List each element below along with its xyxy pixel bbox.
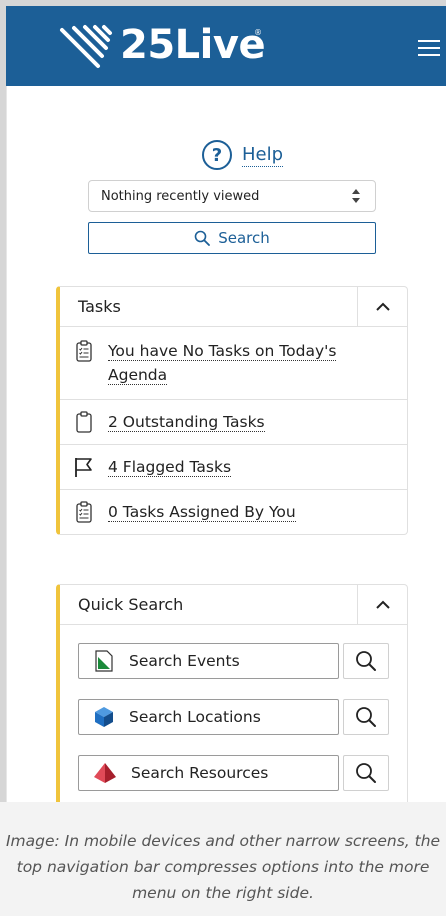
left-edge-divider <box>6 86 7 802</box>
search-locations-button[interactable]: Search Locations <box>78 699 339 735</box>
search-button-label: Search <box>218 229 270 247</box>
events-icon <box>95 650 113 672</box>
task-item-outstanding[interactable]: 2 Outstanding Tasks <box>60 400 407 445</box>
search-events-label: Search Events <box>129 652 240 670</box>
tasks-card-title: Tasks <box>78 297 121 316</box>
tasks-card-header: Tasks <box>60 287 407 327</box>
clipboard-icon <box>76 411 92 433</box>
search-locations-label: Search Locations <box>129 708 261 726</box>
resources-pyramid-icon <box>94 763 116 783</box>
more-menu-hamburger-icon[interactable] <box>418 40 440 58</box>
magnifier-icon <box>356 651 376 671</box>
quick-search-row-locations: Search Locations <box>78 699 389 735</box>
app-logo[interactable]: 25Live ® <box>58 20 288 74</box>
locations-cube-icon <box>95 707 113 727</box>
checklist-clipboard-icon <box>76 340 92 362</box>
magnifier-icon <box>356 707 376 727</box>
help-link[interactable]: Help <box>242 144 284 167</box>
quick-search-row-resources: Search Resources <box>78 755 389 791</box>
mobile-viewport: 25Live ® ? Help Nothing recently viewed <box>0 0 446 802</box>
image-caption: Image: In mobile devices and other narro… <box>0 802 446 916</box>
task-item-label[interactable]: 0 Tasks Assigned By You <box>108 503 296 522</box>
search-button[interactable]: Search <box>88 222 376 254</box>
chevron-up-icon <box>375 302 390 311</box>
search-resources-button[interactable]: Search Resources <box>78 755 339 791</box>
select-updown-arrows-icon <box>352 189 360 203</box>
magnifier-icon <box>194 230 211 246</box>
quick-search-card: Quick Search Search Events Search Locati… <box>56 584 408 802</box>
search-events-go-button[interactable] <box>343 643 389 679</box>
task-item-flagged[interactable]: 4 Flagged Tasks <box>60 445 407 490</box>
help-link-row[interactable]: ? Help <box>202 138 284 172</box>
task-item-label[interactable]: 2 Outstanding Tasks <box>108 413 265 432</box>
quick-search-card-header: Quick Search <box>60 585 407 625</box>
task-item-label[interactable]: 4 Flagged Tasks <box>108 458 232 477</box>
screenshot-frame: 25Live ® ? Help Nothing recently viewed <box>0 0 446 916</box>
flag-icon <box>75 458 92 477</box>
logo-lines-icon <box>60 25 112 68</box>
quick-search-title: Quick Search <box>78 595 184 614</box>
top-navigation-bar: 25Live ® <box>6 6 446 86</box>
magnifier-icon <box>356 763 376 783</box>
quick-search-row-events: Search Events <box>78 643 389 679</box>
quick-search-collapse-button[interactable] <box>357 585 407 625</box>
search-resources-label: Search Resources <box>131 764 269 782</box>
recently-viewed-select[interactable]: Nothing recently viewed <box>88 180 376 212</box>
tasks-collapse-button[interactable] <box>357 287 407 327</box>
recently-viewed-value: Nothing recently viewed <box>101 188 260 204</box>
search-resources-go-button[interactable] <box>343 755 389 791</box>
task-item-assigned-by-you[interactable]: 0 Tasks Assigned By You <box>60 490 407 534</box>
tasks-card: Tasks You have No Tasks on Today's Agend… <box>56 286 408 535</box>
search-events-button[interactable]: Search Events <box>78 643 339 679</box>
search-locations-go-button[interactable] <box>343 699 389 735</box>
question-circle-icon: ? <box>202 140 232 170</box>
checklist-clipboard-icon <box>76 501 92 523</box>
chevron-up-icon <box>375 600 390 609</box>
brand-name: 25Live <box>120 22 266 68</box>
task-item-today-agenda[interactable]: You have No Tasks on Today's Agenda <box>60 327 407 400</box>
task-item-label[interactable]: You have No Tasks on Today's Agenda <box>108 342 337 385</box>
registered-mark: ® <box>254 28 262 37</box>
